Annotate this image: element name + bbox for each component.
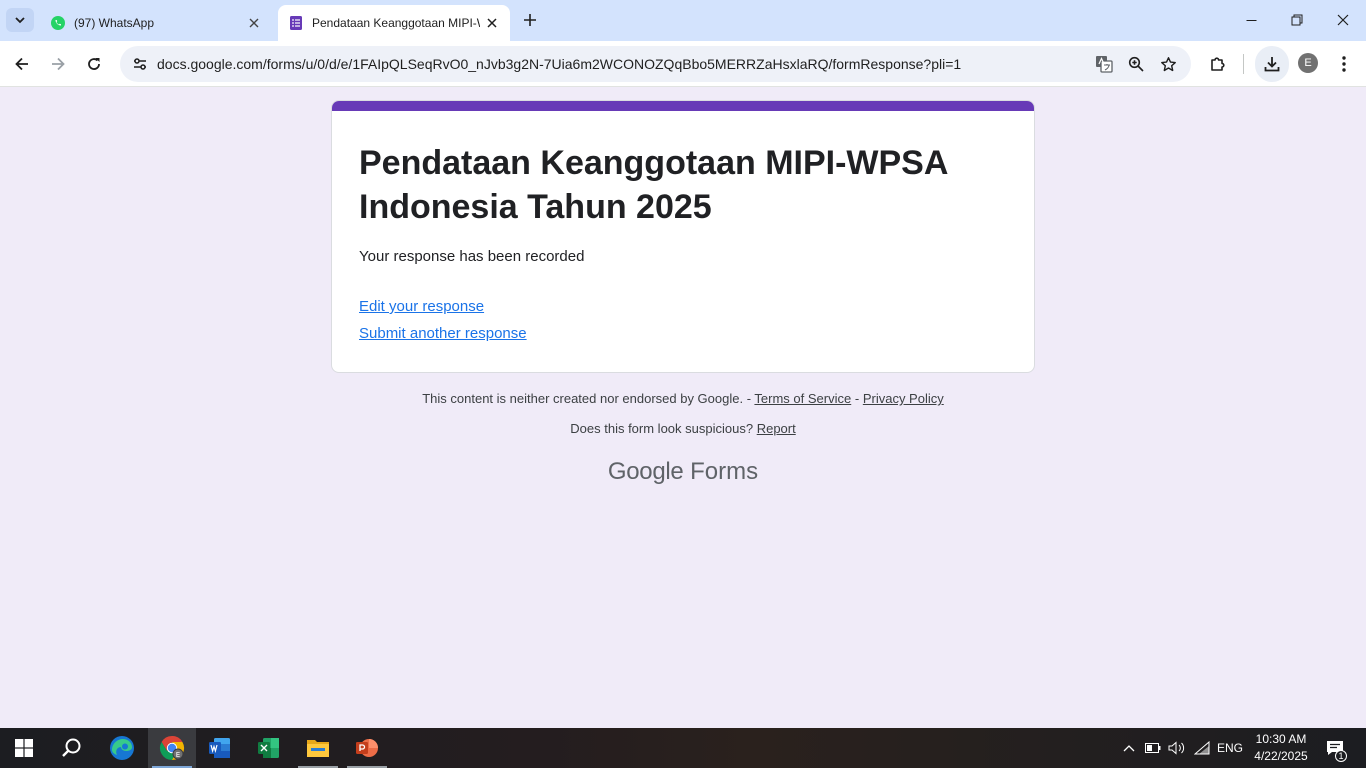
suspicious-text: Does this form look suspicious? [570, 421, 754, 436]
google-forms-icon [290, 16, 302, 30]
confirmation-message: Your response has been recorded [359, 248, 585, 265]
zoom-button[interactable] [1122, 50, 1150, 78]
form-title: Pendataan Keanggotaan MIPI-WPSA Indonesi… [359, 144, 948, 226]
report-line: Does this form look suspicious? Report [0, 421, 1366, 436]
edit-response-link[interactable]: Edit your response [359, 298, 484, 315]
taskbar: E ENG 10:30 AM 4/22/2025 1 [0, 728, 1366, 768]
battery-icon [1145, 743, 1161, 753]
url-text[interactable]: docs.google.com/forms/u/0/d/e/1FAIpQLSeq… [157, 56, 961, 72]
start-icon [15, 739, 33, 757]
notification-center-button[interactable]: 1 [1320, 728, 1350, 768]
browser-toolbar: docs.google.com/forms/u/0/d/e/1FAIpQLSeq… [0, 41, 1366, 87]
network-status[interactable] [1191, 728, 1213, 768]
powerpoint-icon [356, 739, 378, 757]
zoom-in-icon [1128, 56, 1144, 72]
input-language[interactable]: ENG [1214, 728, 1246, 768]
clock[interactable]: 10:30 AM 4/22/2025 [1248, 731, 1314, 765]
volume-control[interactable] [1166, 728, 1188, 768]
wifi-icon [1194, 741, 1210, 755]
back-button[interactable] [6, 48, 38, 80]
clock-time: 10:30 AM [1255, 732, 1307, 746]
tab-whatsapp[interactable]: (97) WhatsApp [40, 5, 272, 41]
footer-separator: - [854, 391, 860, 406]
start-button[interactable] [0, 728, 48, 768]
google-wordmark: Google [607, 458, 684, 485]
tab-strip: (97) WhatsApp Pendataan Keanggotaan MIPI… [0, 0, 1366, 41]
tune-icon [134, 58, 146, 70]
edge-icon [110, 736, 134, 760]
privacy-policy-link[interactable]: Privacy Policy [863, 391, 944, 406]
reload-icon [88, 58, 100, 70]
tab-title: Pendataan Keanggotaan MIPI-WPSA [312, 16, 480, 30]
restore-button[interactable] [1274, 0, 1320, 40]
forward-button[interactable] [42, 48, 74, 80]
chrome-icon: E [159, 736, 185, 760]
puzzle-icon [1211, 57, 1225, 71]
bookmark-button[interactable] [1154, 50, 1182, 78]
translate-icon [1096, 56, 1113, 73]
download-icon [1264, 57, 1280, 72]
star-icon [1160, 56, 1176, 71]
chevron-up-icon [1123, 745, 1135, 752]
close-tab-icon[interactable] [480, 11, 504, 35]
minimize-icon [1246, 19, 1256, 21]
word-icon [209, 738, 230, 758]
new-tab-button[interactable] [518, 8, 542, 32]
taskbar-powerpoint[interactable] [343, 728, 391, 768]
taskbar-excel[interactable] [245, 728, 293, 768]
address-bar[interactable]: docs.google.com/forms/u/0/d/e/1FAIpQLSeq… [120, 46, 1191, 82]
report-link[interactable]: Report [757, 421, 796, 436]
taskbar-search-button[interactable] [48, 728, 96, 768]
tab-search-button[interactable] [6, 8, 34, 32]
form-response-card: Pendataan Keanggotaan MIPI-WPSA Indonesi… [331, 100, 1035, 373]
taskbar-file-explorer[interactable] [294, 728, 342, 768]
show-hidden-icons-button[interactable] [1118, 728, 1140, 768]
site-info-button[interactable] [124, 48, 156, 80]
taskbar-word[interactable] [196, 728, 244, 768]
disclaimer-text: This content is neither created nor endo… [422, 391, 752, 406]
tab-google-form[interactable]: Pendataan Keanggotaan MIPI-WPSA [278, 5, 510, 41]
close-window-button[interactable] [1320, 0, 1366, 40]
excel-icon [258, 738, 279, 758]
whatsapp-icon [51, 16, 65, 30]
battery-status[interactable] [1143, 728, 1163, 768]
minimize-button[interactable] [1228, 0, 1274, 40]
speaker-icon [1168, 741, 1185, 755]
submit-another-response-link[interactable]: Submit another response [359, 325, 527, 342]
arrow-left-icon [15, 57, 28, 71]
google-forms-logo[interactable]: Google Forms [0, 458, 1366, 486]
toolbar-divider [1243, 54, 1244, 74]
plus-icon [524, 14, 536, 26]
restore-icon [1291, 14, 1303, 26]
chevron-down-icon [15, 17, 25, 24]
extensions-button[interactable] [1202, 48, 1234, 80]
file-explorer-icon [307, 740, 329, 757]
reload-button[interactable] [78, 48, 110, 80]
clock-date: 4/22/2025 [1254, 749, 1308, 763]
svg-text:E: E [176, 751, 180, 759]
notification-count: 1 [1335, 750, 1347, 762]
profile-avatar[interactable]: E [1298, 53, 1318, 73]
taskbar-edge[interactable] [98, 728, 146, 768]
form-accent-bar [332, 101, 1034, 111]
search-icon [62, 738, 81, 757]
more-vert-icon [1342, 56, 1346, 72]
close-tab-icon[interactable] [242, 11, 266, 35]
arrow-right-icon [52, 57, 65, 71]
translate-button[interactable] [1090, 50, 1118, 78]
close-icon [1337, 14, 1349, 26]
tab-title: (97) WhatsApp [74, 16, 155, 30]
taskbar-chrome[interactable]: E [148, 728, 196, 768]
browser-menu-button[interactable] [1328, 48, 1360, 80]
downloads-icon-wrap[interactable] [1256, 48, 1288, 80]
disclaimer-line: This content is neither created nor endo… [0, 391, 1366, 406]
terms-of-service-link[interactable]: Terms of Service [754, 391, 851, 406]
forms-wordmark: Forms [690, 458, 759, 485]
